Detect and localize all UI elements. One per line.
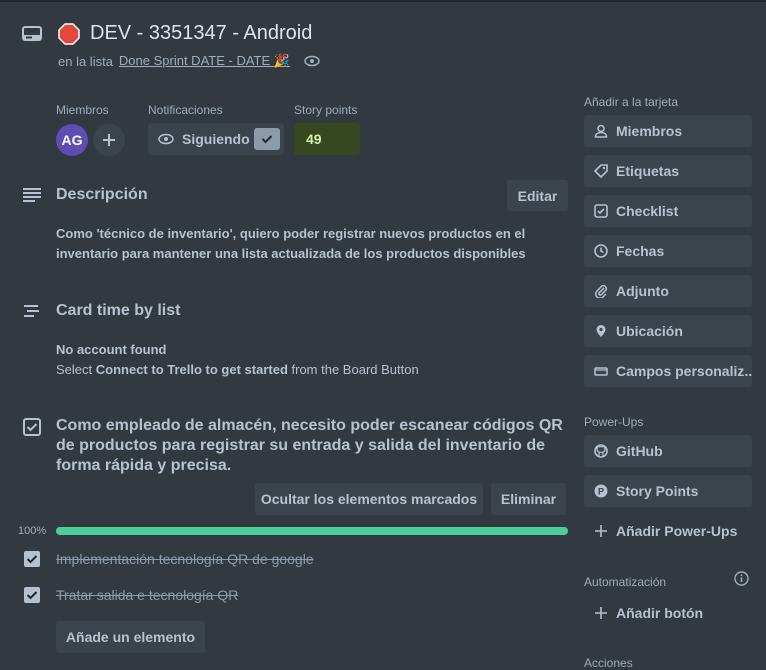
add-to-card-label: Añadir a la tarjeta — [584, 95, 679, 109]
card-icon — [22, 26, 42, 41]
no-account-text: No account found — [56, 342, 167, 357]
members-label: Miembros — [56, 103, 109, 117]
sidebar-labels-button[interactable]: Etiquetas — [584, 155, 752, 187]
list-link[interactable]: Done Sprint DATE - DATE 🎉 — [119, 53, 290, 69]
sidebar-labels-label: Etiquetas — [616, 163, 680, 179]
sidebar-attachment-label: Adjunto — [616, 283, 669, 299]
sidebar-location-button[interactable]: Ubicación — [584, 315, 752, 347]
delete-checklist-button[interactable]: Eliminar — [491, 483, 566, 515]
sidebar-custom-fields-label: Campos personaliz... — [616, 363, 752, 379]
sidebar-custom-fields-button[interactable]: Campos personaliz... — [584, 355, 752, 387]
checklist-item-checkbox[interactable] — [24, 587, 40, 603]
plus-icon — [595, 607, 607, 619]
eye-icon[interactable] — [304, 55, 320, 67]
sidebar-github-button[interactable]: GitHub — [584, 435, 752, 467]
checklist-item-checkbox[interactable] — [24, 551, 40, 567]
add-powerups-label: Añadir Power-Ups — [616, 523, 738, 539]
checklist-title[interactable]: Como empleado de almacén, necesito poder… — [56, 416, 566, 476]
checklist-icon — [23, 418, 41, 436]
add-item-button[interactable]: Añade un elemento — [56, 621, 205, 653]
automation-label: Automatización — [584, 575, 667, 589]
card-time-text: No account found Select Connect to Trell… — [56, 340, 419, 380]
tag-icon — [594, 164, 608, 178]
add-powerups-button[interactable]: Añadir Power-Ups — [584, 515, 752, 547]
github-icon — [594, 444, 608, 458]
sidebar-dates-button[interactable]: Fechas — [584, 235, 752, 267]
powerups-label: Power-Ups — [584, 415, 644, 429]
info-icon[interactable] — [734, 571, 749, 586]
card-time-title: Card time by list — [56, 302, 181, 319]
check-icon — [261, 135, 273, 144]
following-check — [254, 128, 280, 150]
notifications-label: Notificaciones — [148, 103, 223, 117]
actions-label: Acciones — [584, 656, 633, 670]
eye-icon — [158, 133, 174, 145]
avatar[interactable]: AG — [56, 124, 88, 156]
following-label: Siguiendo — [182, 131, 250, 147]
story-points-label: Story points — [294, 103, 358, 117]
stop-sign-icon — [58, 22, 80, 45]
add-member-button[interactable] — [93, 124, 125, 156]
story-points-value[interactable]: 49 — [294, 123, 360, 155]
checkbox-icon — [594, 204, 608, 218]
paperclip-icon — [595, 284, 608, 298]
select-suffix: from the Board Button — [291, 362, 419, 377]
sidebar-checklist-button[interactable]: Checklist — [584, 195, 752, 227]
sidebar-dates-label: Fechas — [616, 243, 665, 259]
checklist-item[interactable]: Implementación tecnología QR de google — [56, 551, 314, 567]
svg-text:P: P — [598, 487, 604, 497]
plus-icon — [595, 525, 607, 537]
description-icon — [23, 188, 41, 202]
person-icon — [594, 124, 608, 138]
sidebar-members-label: Miembros — [616, 123, 683, 139]
card-title-row: DEV - 3351347 - Android — [58, 22, 312, 45]
location-pin-icon — [596, 325, 606, 337]
check-icon — [26, 555, 38, 564]
progress-bar — [56, 527, 568, 535]
select-prefix: Select — [56, 362, 93, 377]
sidebar-github-label: GitHub — [616, 443, 663, 459]
progress-percent: 100% — [18, 525, 47, 537]
add-button-button[interactable]: Añadir botón — [584, 597, 752, 629]
following-button[interactable]: Siguiendo — [148, 123, 284, 155]
connect-trello-text: Connect to Trello to get started — [95, 362, 288, 377]
hide-checked-button[interactable]: Ocultar los elementos marcados — [255, 483, 483, 515]
sidebar-attachment-button[interactable]: Adjunto — [584, 275, 752, 307]
check-icon — [26, 591, 38, 600]
list-prefix: en la lista — [58, 53, 113, 69]
list-info: en la lista Done Sprint DATE - DATE 🎉 — [58, 53, 320, 69]
card-time-icon — [24, 305, 39, 317]
sidebar-location-label: Ubicación — [616, 323, 683, 339]
add-button-label: Añadir botón — [616, 605, 704, 621]
sidebar-story-points-label: Story Points — [616, 483, 699, 499]
clock-icon — [594, 244, 608, 258]
top-border — [0, 0, 766, 2]
edit-description-button[interactable]: Editar — [507, 180, 568, 211]
description-title: Descripción — [56, 186, 148, 203]
sidebar-story-points-button[interactable]: P Story Points — [584, 475, 752, 507]
plus-icon — [103, 134, 115, 146]
sidebar-members-button[interactable]: Miembros — [584, 115, 752, 147]
description-text[interactable]: Como 'técnico de inventario', quiero pod… — [56, 224, 566, 264]
progress-bar-fill — [56, 527, 568, 535]
story-points-icon: P — [594, 484, 608, 498]
card-title[interactable]: DEV - 3351347 - Android — [90, 22, 312, 45]
custom-fields-icon — [594, 367, 608, 376]
sidebar-checklist-label: Checklist — [616, 203, 679, 219]
checklist-item[interactable]: Tratar salida e tecnología QR — [56, 587, 238, 603]
